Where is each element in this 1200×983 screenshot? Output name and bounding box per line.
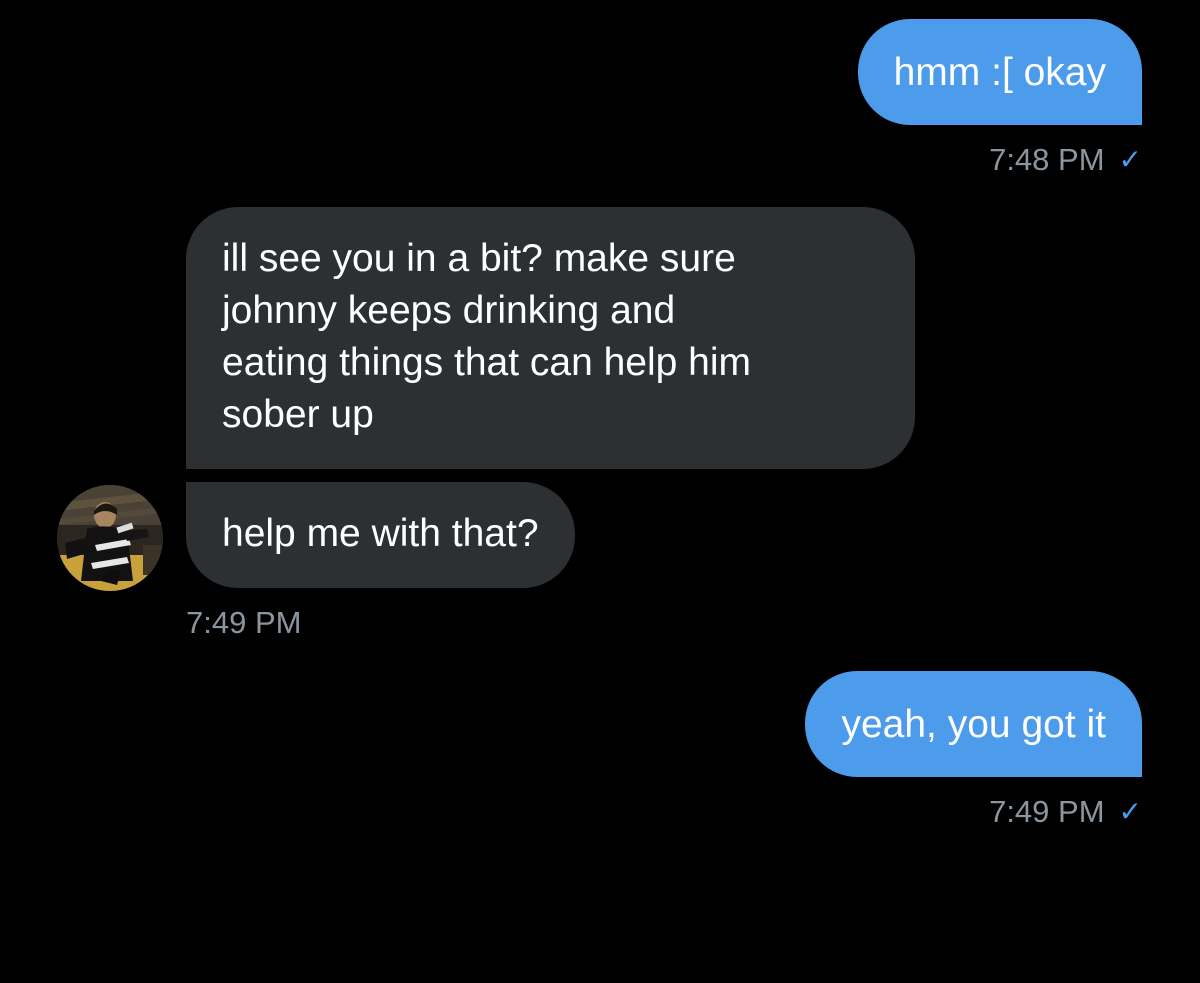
message-timestamp: 7:49 PM — [186, 605, 302, 640]
sent-message-bubble[interactable]: hmm :[ okay — [857, 19, 1142, 125]
read-check-icon: ✓ — [1118, 144, 1142, 175]
received-message-bubble[interactable]: help me with that? — [186, 482, 575, 588]
contact-avatar[interactable] — [57, 485, 163, 591]
received-timestamp: 7:49 PM — [186, 605, 301, 641]
received-message-bubble[interactable]: ill see you in a bit? make sure johnny k… — [186, 207, 915, 469]
avatar-photo — [57, 485, 163, 591]
sent-timestamp-row: 7:49 PM ✓ — [989, 794, 1142, 830]
message-timestamp: 7:49 PM — [989, 794, 1105, 829]
message-thread[interactable]: hmm :[ okay 7:48 PM ✓ ill see you in a b… — [0, 0, 1200, 983]
message-timestamp: 7:48 PM — [989, 142, 1105, 177]
sent-timestamp-row: 7:48 PM ✓ — [989, 142, 1142, 178]
read-check-icon: ✓ — [1118, 796, 1142, 827]
sent-message-bubble[interactable]: yeah, you got it — [805, 671, 1142, 777]
